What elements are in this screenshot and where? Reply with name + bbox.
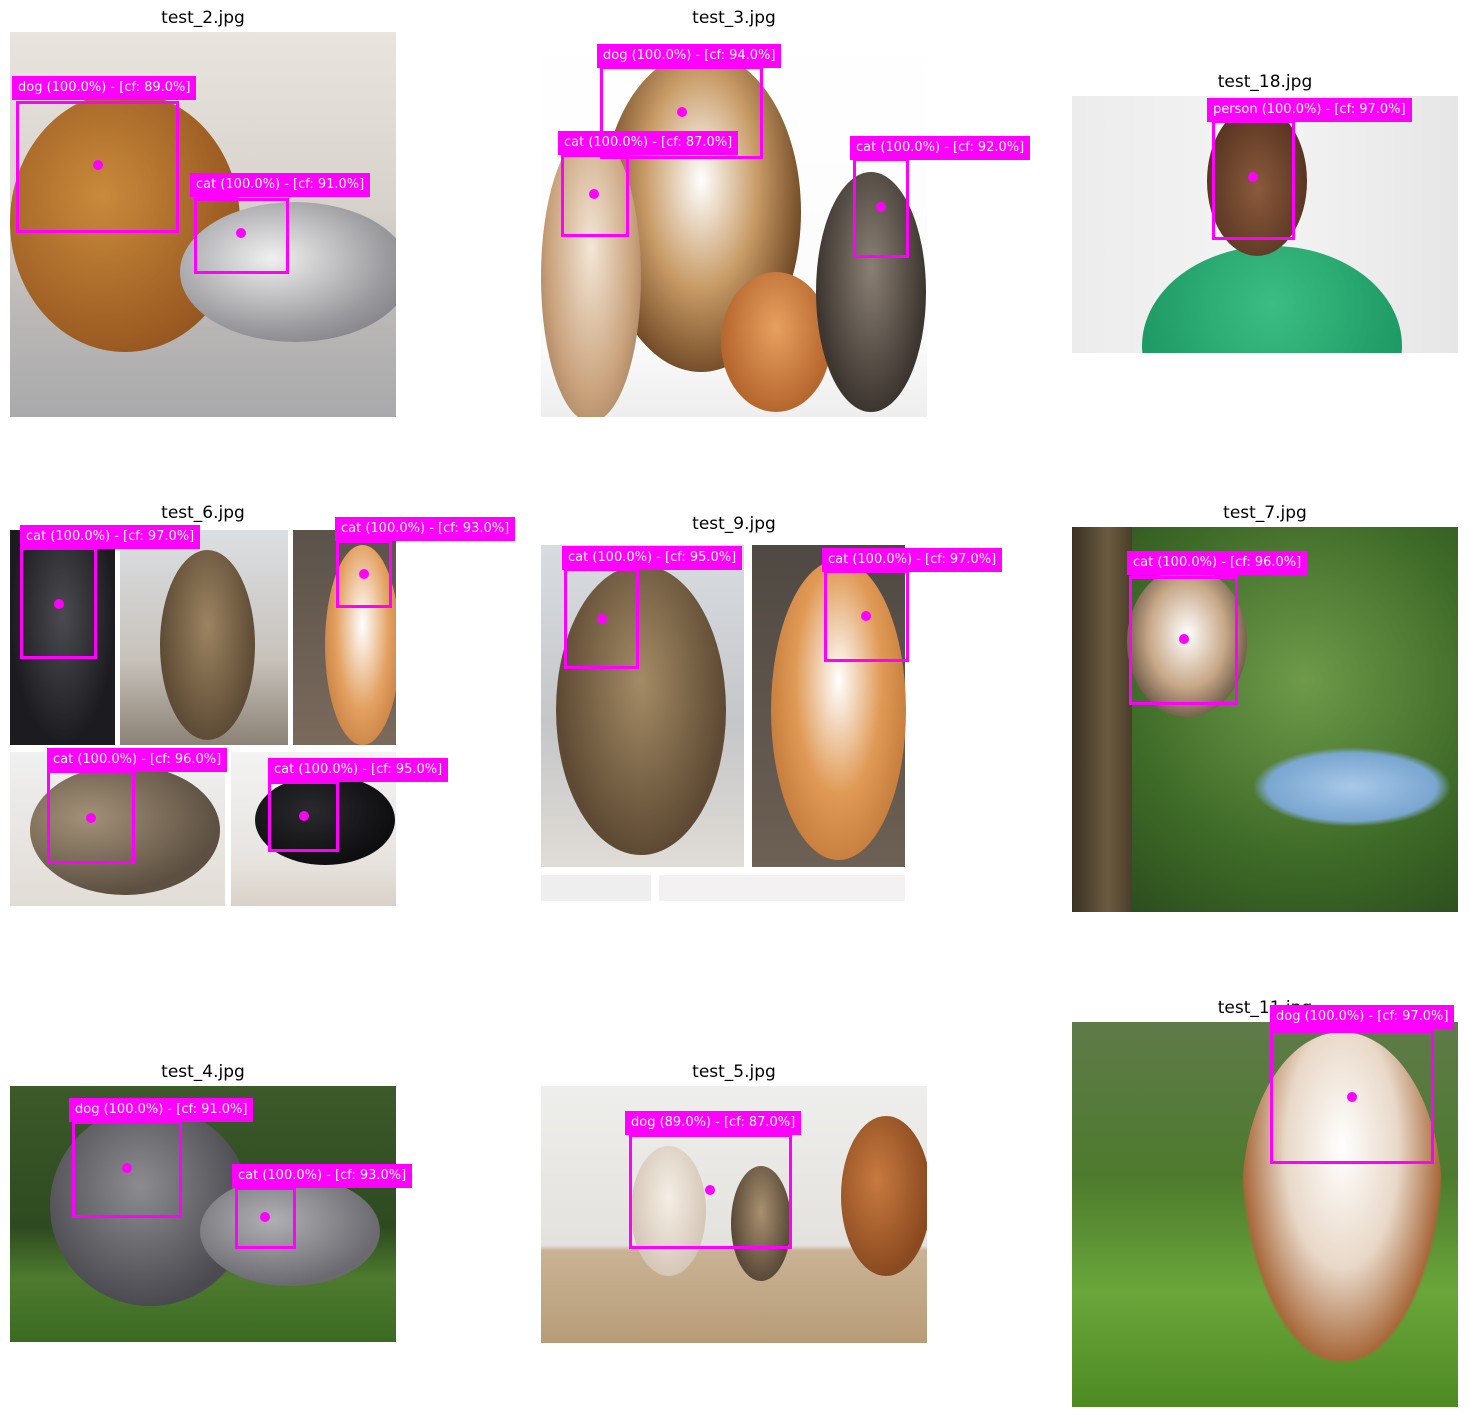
center-point <box>359 569 369 579</box>
center-point <box>260 1212 270 1222</box>
detection-label: dog (100.0%) - [cf: 97.0%] <box>1270 1005 1455 1029</box>
detection-label: cat (100.0%) - [cf: 97.0%] <box>20 525 201 549</box>
center-point <box>1347 1092 1357 1102</box>
detection-label: dog (100.0%) - [cf: 91.0%] <box>69 1098 254 1122</box>
center-point <box>861 611 871 621</box>
center-point <box>589 189 599 199</box>
center-point <box>705 1185 715 1195</box>
detection-label: cat (100.0%) - [cf: 97.0%] <box>822 548 1003 572</box>
detection-label: dog (89.0%) - [cf: 87.0%] <box>625 1111 802 1135</box>
detection-label: cat (100.0%) - [cf: 91.0%] <box>190 173 371 197</box>
center-point <box>54 599 64 609</box>
panel-title: test_4.jpg <box>161 1062 245 1082</box>
center-point <box>122 1163 132 1173</box>
detection-label: cat (100.0%) - [cf: 92.0%] <box>850 136 1031 160</box>
detection-label: cat (100.0%) - [cf: 95.0%] <box>562 546 743 570</box>
panel-title: test_5.jpg <box>692 1062 776 1082</box>
center-point <box>93 160 103 170</box>
panel-title: test_7.jpg <box>1223 503 1307 523</box>
panel-title: test_18.jpg <box>1217 72 1313 92</box>
center-point <box>1248 172 1258 182</box>
detection-label: cat (100.0%) - [cf: 93.0%] <box>335 517 516 541</box>
detection-label: cat (100.0%) - [cf: 93.0%] <box>232 1164 413 1188</box>
photo <box>10 1086 396 1342</box>
detection-label: person (100.0%) - [cf: 97.0%] <box>1207 98 1412 122</box>
detection-label: cat (100.0%) - [cf: 96.0%] <box>47 748 228 772</box>
panel-title: test_3.jpg <box>692 8 776 28</box>
detection-label: cat (100.0%) - [cf: 87.0%] <box>558 131 739 155</box>
detection-label: cat (100.0%) - [cf: 95.0%] <box>268 758 449 782</box>
detection-label: dog (100.0%) - [cf: 94.0%] <box>597 44 782 68</box>
center-point <box>597 614 607 624</box>
panel-title: test_2.jpg <box>161 8 245 28</box>
center-point <box>677 107 687 117</box>
center-point <box>876 202 886 212</box>
panel-title: test_9.jpg <box>692 514 776 534</box>
center-point <box>299 811 309 821</box>
center-point <box>86 813 96 823</box>
detection-label: dog (100.0%) - [cf: 89.0%] <box>12 76 197 100</box>
center-point <box>1179 634 1189 644</box>
detection-label: cat (100.0%) - [cf: 96.0%] <box>1127 551 1308 575</box>
center-point <box>236 228 246 238</box>
